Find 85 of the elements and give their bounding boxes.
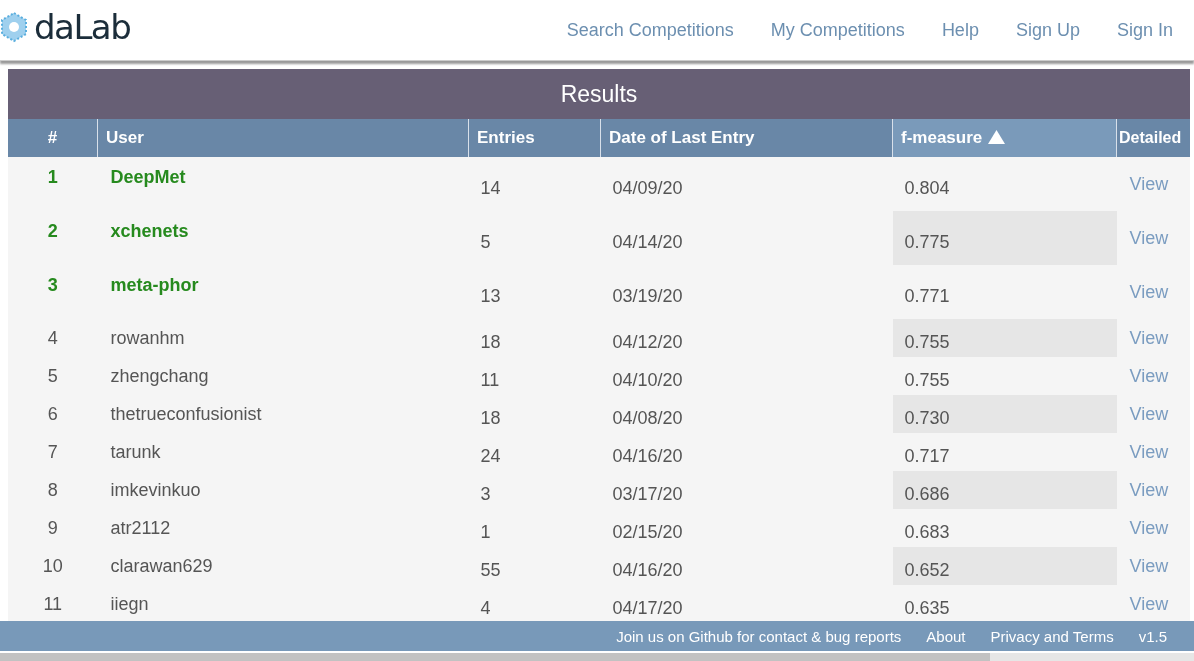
view-link[interactable]: View [1129, 403, 1169, 424]
view-link[interactable]: View [1129, 365, 1169, 386]
date-cell-text: 03/19/20 [611, 284, 684, 308]
user-name: iiegn [109, 592, 150, 616]
rank-cell-text: 4 [46, 326, 59, 350]
user-name: rowanhm [109, 326, 186, 350]
rank-cell-text: 7 [46, 440, 59, 464]
score-cell: 0.686 [892, 471, 1117, 509]
date-cell-text: 04/10/20 [611, 368, 684, 392]
date-cell-text: 02/15/20 [611, 520, 684, 544]
user-name: imkevinkuo [109, 478, 202, 502]
user-name: atr2112 [109, 516, 172, 540]
logo-text[interactable]: daLab [34, 7, 131, 47]
rank-cell-text: 11 [42, 592, 64, 616]
score-cell: 0.755 [892, 319, 1117, 357]
column-header[interactable]: Entries [468, 119, 601, 157]
score-cell: 0.755 [892, 357, 1117, 395]
rank-cell-text: 10 [41, 554, 64, 578]
date-cell-text: 04/14/20 [611, 230, 684, 254]
date-cell: 04/09/20 [600, 157, 893, 211]
date-cell-text: 04/16/20 [611, 558, 684, 582]
rank-cell-text: 6 [46, 402, 59, 426]
column-header[interactable]: Date of Last Entry [600, 119, 893, 157]
rank-cell-text: 2 [46, 220, 59, 243]
footer-link[interactable]: Join us on Github for contact & bug reports [616, 627, 902, 645]
view-link[interactable]: View [1129, 593, 1169, 614]
entries-cell-text: 11 [479, 368, 501, 392]
entries-cell-text: 4 [479, 596, 492, 620]
results-title: Results [8, 69, 1190, 119]
view-link[interactable]: View [1129, 441, 1169, 462]
score-cell: 0.635 [892, 585, 1117, 621]
user-name: xchenets [109, 220, 190, 243]
score-cell: 0.652 [892, 547, 1117, 585]
rank-cell-text: 8 [46, 478, 59, 502]
entries-cell-text: 18 [479, 330, 502, 354]
view-link[interactable]: View [1129, 173, 1169, 194]
entries-cell: 14 [468, 157, 601, 211]
date-cell-text: 04/16/20 [611, 444, 684, 468]
nav-link[interactable]: Help [941, 19, 979, 41]
column-header[interactable]: f-measure [892, 119, 1117, 157]
view-link[interactable]: View [1129, 281, 1169, 302]
score-cell: 0.775 [892, 211, 1117, 265]
view-link[interactable]: View [1129, 555, 1169, 576]
entries-cell-text: 24 [479, 444, 502, 468]
nav-link[interactable]: Search Competitions [566, 19, 734, 41]
entries-cell-text: 5 [479, 230, 492, 254]
entries-cell-text: 13 [479, 284, 502, 308]
rank-cell: 1 [8, 157, 98, 211]
view-link[interactable]: View [1129, 479, 1169, 500]
user-name: thetrueconfusionist [109, 402, 263, 426]
footer-link[interactable]: About [926, 627, 966, 645]
entries-cell-text: 18 [479, 406, 502, 430]
user-name: DeepMet [97, 157, 469, 211]
user-name: clarawan629 [109, 554, 214, 578]
rank-cell-text: 9 [46, 516, 59, 540]
user-name: zhengchang [109, 364, 210, 388]
column-header[interactable]: User [97, 119, 469, 157]
date-cell-text: 04/08/20 [611, 406, 684, 430]
entries-cell-text: 55 [479, 558, 502, 582]
column-header[interactable]: Detailed [1116, 119, 1190, 157]
footer-link[interactable]: Privacy and Terms [990, 627, 1114, 645]
rank-cell-text: 3 [46, 274, 59, 297]
score-cell: 0.771 [892, 265, 1117, 319]
view-link[interactable]: View [1129, 227, 1169, 248]
version-label: v1.5 [1138, 627, 1167, 645]
horizontal-scrollbar[interactable] [0, 653, 1194, 661]
date-cell-text: 03/17/20 [611, 482, 684, 506]
date-cell-text: 04/17/20 [611, 596, 684, 620]
entries-cell-text: 3 [479, 482, 492, 506]
nav-link[interactable]: Sign In [1116, 19, 1173, 41]
score-cell: 0.730 [892, 395, 1117, 433]
nav-link[interactable]: My Competitions [770, 19, 905, 41]
nav-link[interactable]: Sign Up [1015, 19, 1080, 41]
score-cell: 0.717 [892, 433, 1117, 471]
date-cell-text: 04/12/20 [611, 330, 684, 354]
score-cell: 0.683 [892, 509, 1117, 547]
rank-cell-text: 5 [46, 364, 59, 388]
user-name: tarunk [109, 440, 162, 464]
view-link[interactable]: View [1129, 327, 1169, 348]
score-cell: 0.804 [892, 157, 1117, 211]
sort-up-icon [988, 130, 1006, 144]
user-name: meta-phor [109, 274, 200, 297]
view-link[interactable]: View [1129, 517, 1169, 538]
column-header[interactable]: # [8, 119, 98, 157]
entries-cell-text: 1 [479, 520, 492, 544]
